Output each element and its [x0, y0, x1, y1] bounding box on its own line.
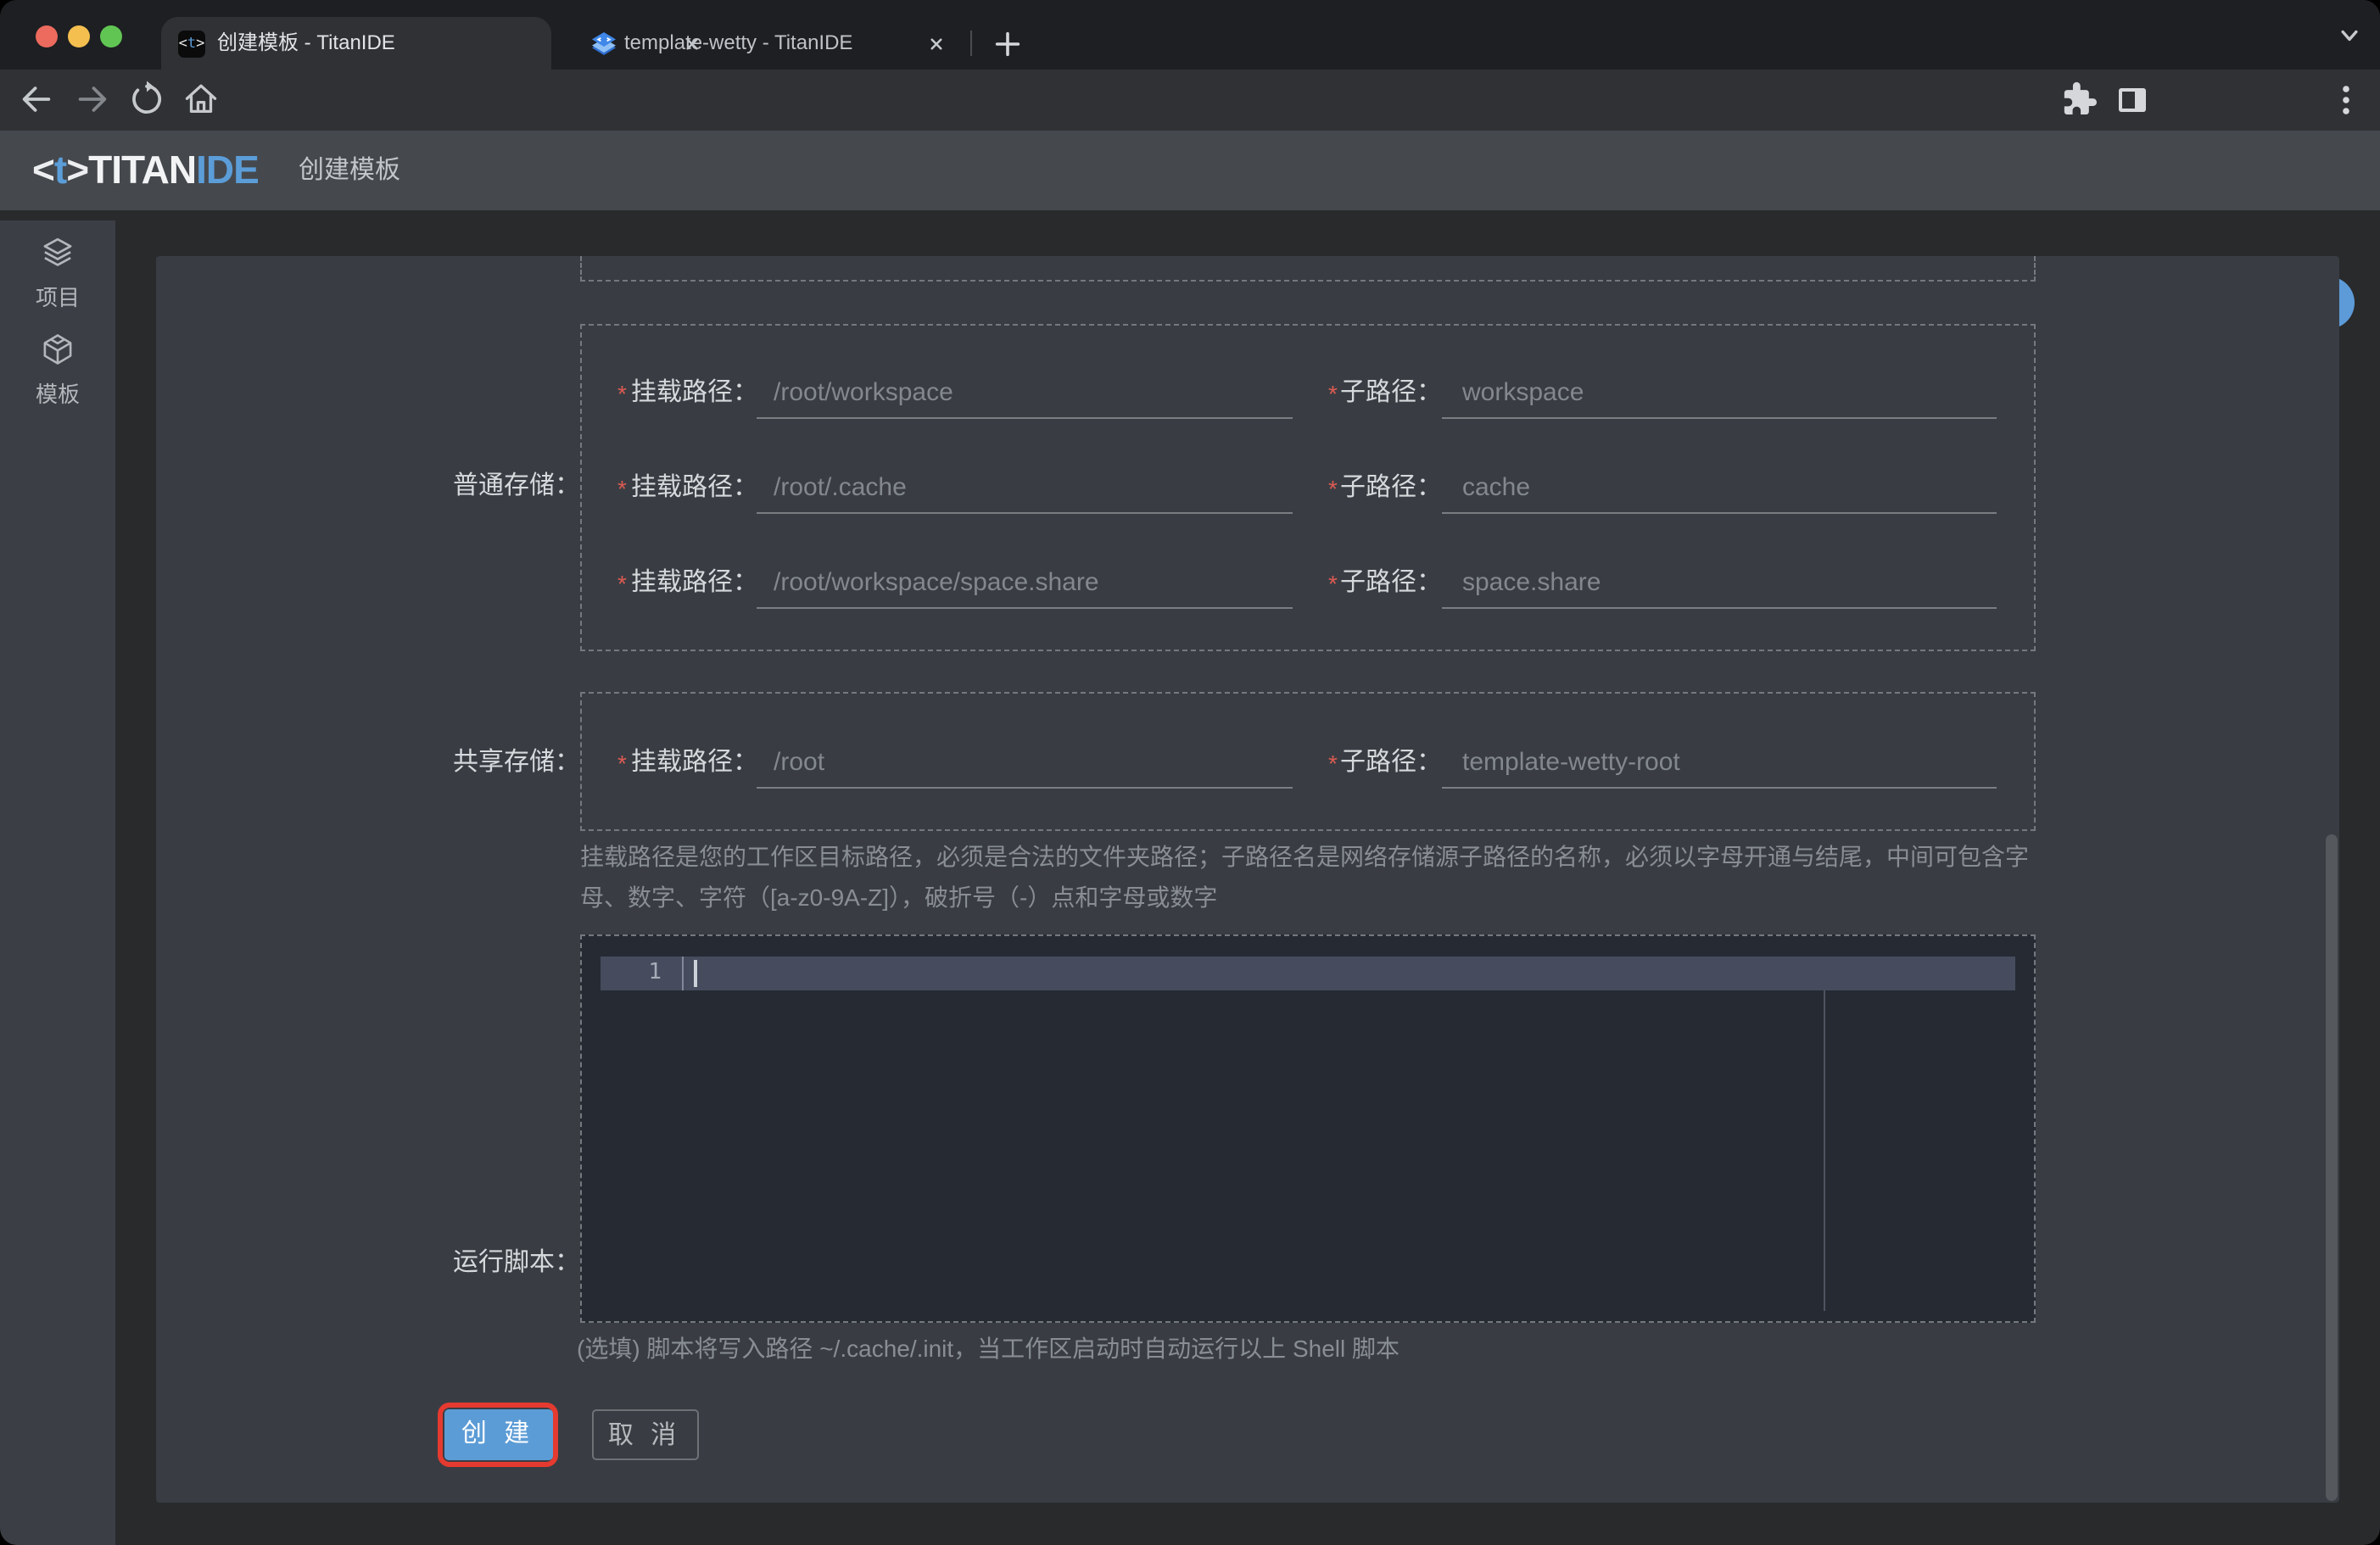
sidebar-item-label: 模板 [35, 382, 80, 407]
browser-toolbar: try.titanide.cn/ide/web/workspace/templa… [0, 70, 2380, 193]
storage-row: * 挂载路径： /root/workspace * 子路径： workspace [582, 364, 2034, 421]
script-editor[interactable]: 1 [580, 934, 2036, 1323]
sub-path-label: 子路径： [1340, 377, 1443, 406]
cancel-button[interactable]: 取 消 [591, 1409, 698, 1460]
tab-strip: <t> 创建模板 - TitanIDE template-wetty - Tit… [0, 0, 2380, 70]
new-tab-icon[interactable] [989, 25, 1026, 63]
page-title: 创建模板 [299, 156, 401, 185]
mount-path-label: 挂载路径： [631, 472, 759, 501]
window-zoom-button[interactable] [100, 25, 122, 47]
storage-row: * 挂载路径： /root/.cache * 子路径： cache [582, 459, 2034, 516]
create-button[interactable]: 创 建 [444, 1409, 552, 1460]
tab-title: 创建模板 - TitanIDE [217, 31, 395, 54]
content-panel: 普通存储： * 挂载路径： /root/workspace * 子路径： wor… [156, 256, 2339, 1503]
cube-icon [0, 331, 115, 368]
sub-path-input[interactable]: template-wetty-root [1442, 738, 1997, 789]
mount-path-input[interactable]: /root/.cache [757, 462, 1293, 513]
required-marker: * [617, 474, 627, 501]
shared-storage-label: 共享存储： [452, 748, 580, 777]
browser-window: <t> 创建模板 - TitanIDE template-wetty - Tit… [0, 0, 2380, 1545]
scrolled-section-remnant [580, 256, 2036, 282]
sidebar-item-templates[interactable]: 模板 [0, 331, 115, 409]
app-header: <t>TITANIDE 创建模板 demo ? 演 [0, 131, 2380, 331]
window-minimize-button[interactable] [68, 25, 90, 47]
required-marker: * [617, 379, 627, 406]
tab-divider [970, 31, 972, 56]
sub-path-value: space.share [1462, 568, 1601, 597]
gutter-separator [682, 957, 684, 990]
required-marker: * [617, 570, 627, 597]
sidebar-item-label: 项目 [35, 285, 80, 310]
required-marker: * [1328, 750, 1338, 777]
scrollbar-thumb[interactable] [2326, 834, 2338, 1501]
mount-path-input[interactable]: /root/workspace/space.share [757, 558, 1293, 609]
editor-active-line: 1 [601, 957, 2015, 990]
required-marker: * [1328, 474, 1338, 501]
mount-path-label: 挂载路径： [631, 748, 759, 777]
layers-icon [0, 234, 115, 271]
storage-row: * 挂载路径： /root * 子路径： template-wetty-root [582, 734, 2034, 792]
sub-path-label: 子路径： [1340, 472, 1443, 501]
line-number: 1 [648, 960, 662, 985]
sub-path-input[interactable]: space.share [1442, 558, 1997, 609]
sub-path-value: template-wetty-root [1462, 748, 1680, 777]
home-icon[interactable] [181, 80, 220, 119]
text-cursor [694, 960, 696, 987]
reload-icon[interactable] [127, 80, 166, 119]
extensions-icon[interactable] [2061, 81, 2098, 119]
kebab-menu-icon[interactable] [2331, 81, 2361, 119]
path-hint-text: 挂载路径是您的工作区目标路径，必须是合法的文件夹路径；子路径名是网络存储源子路径… [580, 843, 2029, 910]
wetty-favicon-icon [590, 30, 617, 57]
required-marker: * [617, 750, 627, 777]
mount-path-input[interactable]: /root [757, 738, 1293, 789]
required-marker: * [1328, 570, 1338, 597]
mount-path-label: 挂载路径： [631, 568, 759, 597]
tab-title: template-wetty - TitanIDE [624, 31, 853, 54]
shared-storage-group: * 挂载路径： /root * 子路径： template-wetty-root [580, 692, 2036, 831]
window-close-button[interactable] [36, 25, 58, 47]
titanide-favicon-icon: <t> [178, 30, 205, 57]
mount-path-value: /root/workspace [774, 377, 953, 406]
normal-storage-label: 普通存储： [452, 471, 580, 500]
titanide-logo: <t>TITANIDE [32, 148, 260, 192]
editor-ruler [1824, 990, 1825, 1311]
forward-icon[interactable] [72, 80, 111, 119]
tab-search-chevron-icon[interactable] [2334, 22, 2365, 49]
sub-path-label: 子路径： [1340, 748, 1443, 777]
side-panel-icon[interactable] [2114, 81, 2151, 119]
close-icon[interactable] [925, 32, 948, 56]
mount-path-input[interactable]: /root/workspace [757, 367, 1293, 418]
sub-path-input[interactable]: cache [1442, 462, 1997, 513]
mount-path-label: 挂载路径： [631, 377, 759, 406]
mount-path-value: /root/.cache [774, 472, 907, 501]
mount-path-value: /root [774, 748, 825, 777]
script-hint-text: (选填) 脚本将写入路径 ~/.cache/.init，当工作区启动时自动运行以… [577, 1335, 1400, 1362]
tab-create-template[interactable]: <t> 创建模板 - TitanIDE [161, 17, 698, 70]
sub-path-value: workspace [1462, 377, 1584, 406]
required-marker: * [1328, 379, 1338, 406]
sidebar: 项目 模板 [0, 220, 115, 1545]
normal-storage-group: * 挂载路径： /root/workspace * 子路径： workspace… [580, 324, 2036, 651]
sub-path-value: cache [1462, 472, 1531, 501]
back-icon[interactable] [17, 80, 56, 119]
sidebar-item-projects[interactable]: 项目 [0, 234, 115, 312]
sub-path-label: 子路径： [1340, 568, 1443, 597]
tab-template-wetty[interactable]: template-wetty - TitanIDE [560, 17, 957, 70]
mount-path-value: /root/workspace/space.share [774, 568, 1099, 597]
storage-row: * 挂载路径： /root/workspace/space.share * 子路… [582, 555, 2034, 612]
sub-path-input[interactable]: workspace [1442, 367, 1997, 418]
run-script-label: 运行脚本： [452, 1248, 580, 1277]
